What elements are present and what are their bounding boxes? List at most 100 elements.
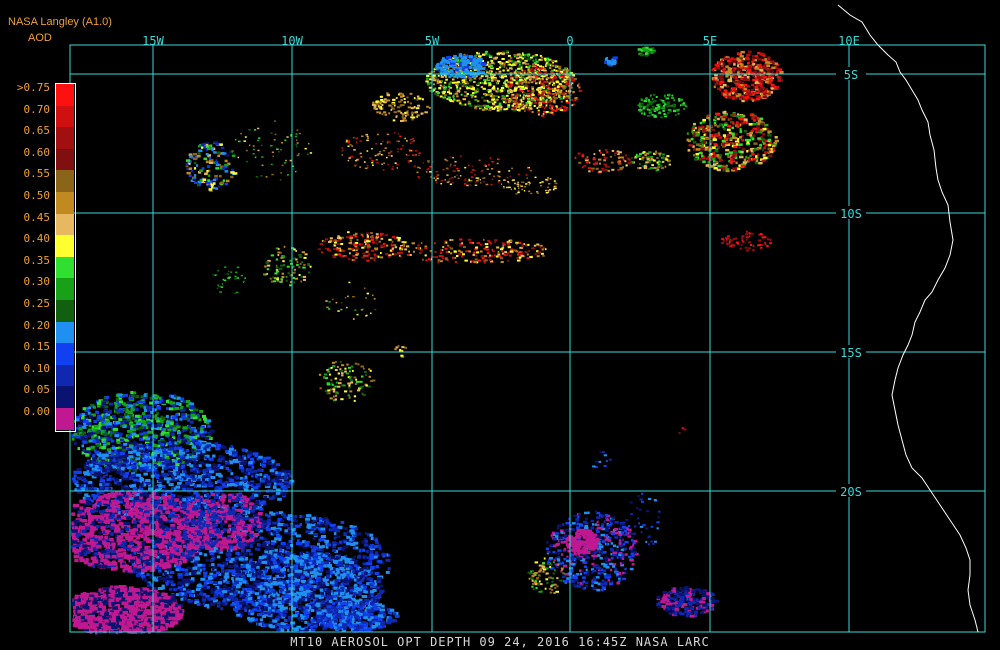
aod-pixel: [163, 428, 167, 432]
aod-pixel: [606, 156, 608, 159]
aod-pixel: [536, 243, 540, 246]
aod-pixel: [177, 425, 181, 429]
aod-pixel: [357, 252, 360, 255]
aod-pixel: [495, 99, 498, 102]
aod-pixel: [114, 434, 119, 438]
aod-pixel: [196, 164, 199, 167]
aod-pixel: [731, 92, 735, 95]
aod-pixel: [714, 150, 719, 153]
aod-pixel: [755, 159, 759, 162]
aod-pixel: [498, 255, 502, 258]
aod-pixel: [106, 437, 111, 441]
aod-pixel: [529, 182, 531, 184]
aod-pixel: [498, 70, 502, 73]
aod-pixel: [115, 408, 119, 412]
aod-pixel: [547, 63, 550, 66]
aod-pixel: [515, 82, 519, 85]
aod-pixel: [743, 130, 748, 133]
aod-pixel: [122, 408, 127, 412]
aod-pixel: [319, 387, 322, 390]
aod-pixel: [526, 257, 530, 260]
aod-pixel: [490, 106, 493, 109]
aod-pixel: [686, 132, 689, 135]
aod-pixel: [337, 253, 342, 256]
aod-pixel: [280, 278, 283, 281]
aod-pixel: [321, 251, 324, 254]
aod-pixel: [186, 404, 190, 408]
aod-pixel: [396, 236, 399, 239]
aod-pixel: [159, 420, 164, 424]
aod-pixel: [224, 170, 229, 173]
aod-pixel: [371, 236, 375, 239]
aod-pixel: [257, 127, 260, 130]
aod-pixel: [81, 431, 87, 435]
aod-pixel: [542, 90, 546, 93]
aod-pixel: [609, 155, 613, 158]
aod-pixel: [337, 310, 340, 312]
aod-pixel: [562, 97, 565, 100]
aod-pixel: [198, 418, 202, 422]
aod-pixel: [372, 164, 374, 166]
aod-pixel: [470, 260, 472, 263]
aod-pixel: [480, 170, 483, 173]
aod-pixel: [728, 117, 733, 121]
aod-pixel: [745, 233, 749, 235]
aod-pixel: [361, 135, 364, 137]
aod-pixel: [733, 67, 737, 70]
aod-pixel: [523, 56, 527, 59]
aod-pixel: [461, 63, 467, 67]
aod-pixel: [551, 78, 554, 81]
aod-pixel: [595, 167, 599, 170]
aod-pixel: [667, 112, 670, 115]
aod-pixel: [517, 53, 521, 56]
aod-pixel: [416, 114, 420, 117]
aod-pixel: [770, 84, 775, 87]
aod-pixel: [214, 274, 217, 276]
aod-pixel: [454, 92, 459, 95]
aod-pixel: [422, 258, 424, 261]
aod-pixel: [270, 145, 273, 147]
aod-pixel: [78, 427, 83, 431]
aod-pixel: [466, 58, 470, 62]
aod-pixel: [111, 446, 116, 450]
aod-pixel: [334, 369, 338, 371]
aod-pixel: [521, 181, 523, 183]
aod-pixel: [335, 301, 338, 304]
aod-pixel: [558, 89, 561, 92]
aod-pixel: [270, 163, 273, 166]
aod-pixel: [666, 105, 670, 108]
aod-pixel: [192, 153, 197, 156]
aod-pixel: [756, 56, 759, 59]
aod-pixel: [721, 238, 724, 241]
aod-pixel: [123, 413, 127, 417]
aod-pixel: [540, 184, 542, 187]
aod-pixel: [683, 102, 685, 105]
aod-pixel: [382, 111, 387, 114]
aod-pixel: [729, 57, 733, 61]
aod-pixel: [346, 363, 349, 366]
aod-pixel: [100, 431, 104, 435]
aod-pixel: [272, 280, 277, 283]
aod-pixel: [778, 68, 783, 71]
aod-pixel: [540, 59, 543, 61]
aod-pixel: [435, 175, 437, 178]
aod-pixel: [277, 254, 280, 256]
aod-pixel: [348, 157, 351, 159]
aod-pixel: [531, 86, 535, 89]
aod-pixel: [483, 93, 487, 95]
aod-pixel: [555, 185, 557, 188]
aod-pixel: [186, 171, 191, 175]
aod-pixel: [135, 422, 142, 426]
aod-pixel: [252, 145, 255, 147]
aod-pixel: [518, 93, 521, 96]
aod-pixel: [741, 74, 744, 78]
aod-pixel: [531, 65, 535, 68]
aod-pixel: [425, 80, 429, 83]
aod-pixel: [739, 118, 743, 121]
aod-pixel: [437, 260, 439, 263]
aod-pixel: [302, 278, 306, 281]
aod-pixel: [720, 115, 723, 119]
aod-pixel: [729, 79, 733, 83]
aod-pixel: [488, 164, 490, 166]
aod-pixel: [471, 165, 474, 167]
